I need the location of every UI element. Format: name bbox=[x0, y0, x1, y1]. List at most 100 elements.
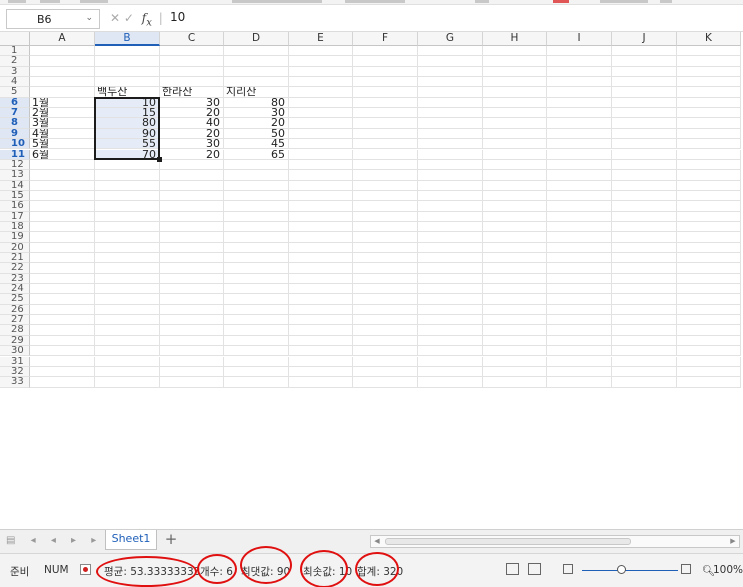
cell-h29[interactable] bbox=[483, 335, 547, 347]
cell-d24[interactable] bbox=[224, 284, 289, 295]
cell-k23[interactable] bbox=[677, 273, 741, 285]
cell-k20[interactable] bbox=[677, 242, 741, 253]
cell-i16[interactable] bbox=[547, 201, 612, 212]
cell-c32[interactable] bbox=[160, 366, 224, 378]
cell-g32[interactable] bbox=[418, 366, 483, 378]
cell-b21[interactable] bbox=[95, 253, 160, 264]
cell-a30[interactable] bbox=[30, 346, 95, 357]
cell-b11[interactable]: 70 bbox=[95, 149, 160, 160]
cell-f21[interactable] bbox=[353, 253, 418, 264]
cell-d13[interactable] bbox=[224, 170, 289, 181]
cell-b29[interactable] bbox=[95, 335, 160, 347]
cell-e14[interactable] bbox=[289, 180, 353, 191]
cell-h32[interactable] bbox=[483, 366, 547, 378]
cell-b17[interactable] bbox=[95, 211, 160, 222]
row-header-33[interactable]: 33 bbox=[0, 377, 30, 388]
cell-j29[interactable] bbox=[612, 335, 677, 347]
cell-k28[interactable] bbox=[677, 325, 741, 336]
cell-i11[interactable] bbox=[547, 149, 612, 160]
cell-h10[interactable] bbox=[483, 139, 547, 150]
cell-b5[interactable]: 백두산 bbox=[95, 87, 160, 98]
cell-k27[interactable] bbox=[677, 315, 741, 326]
cell-d23[interactable] bbox=[224, 273, 289, 285]
cell-a11[interactable]: 6월 bbox=[30, 149, 95, 160]
cell-a24[interactable] bbox=[30, 284, 95, 295]
cell-k12[interactable] bbox=[677, 159, 741, 171]
cell-f30[interactable] bbox=[353, 346, 418, 357]
cell-b4[interactable] bbox=[95, 77, 160, 88]
cell-i22[interactable] bbox=[547, 263, 612, 274]
scroll-left-icon[interactable]: ◀ bbox=[371, 536, 383, 547]
cell-k22[interactable] bbox=[677, 263, 741, 274]
cell-d20[interactable] bbox=[224, 242, 289, 253]
cell-f27[interactable] bbox=[353, 315, 418, 326]
cell-e18[interactable] bbox=[289, 221, 353, 233]
cell-b1[interactable] bbox=[95, 46, 160, 57]
cell-f31[interactable] bbox=[353, 356, 418, 367]
cell-c27[interactable] bbox=[160, 315, 224, 326]
cell-d4[interactable] bbox=[224, 77, 289, 88]
zoom-in-icon[interactable] bbox=[681, 564, 691, 574]
cell-a28[interactable] bbox=[30, 325, 95, 336]
cell-j33[interactable] bbox=[612, 377, 677, 388]
cell-h26[interactable] bbox=[483, 304, 547, 316]
cell-b20[interactable] bbox=[95, 242, 160, 253]
cell-a26[interactable] bbox=[30, 304, 95, 316]
cell-e32[interactable] bbox=[289, 366, 353, 378]
cell-f15[interactable] bbox=[353, 190, 418, 202]
cell-g30[interactable] bbox=[418, 346, 483, 357]
cell-j8[interactable] bbox=[612, 118, 677, 129]
cell-j21[interactable] bbox=[612, 253, 677, 264]
name-box[interactable]: B6 ⌄ bbox=[6, 9, 100, 29]
cell-g27[interactable] bbox=[418, 315, 483, 326]
cell-k14[interactable] bbox=[677, 180, 741, 191]
cell-f2[interactable] bbox=[353, 56, 418, 67]
cell-h28[interactable] bbox=[483, 325, 547, 336]
cell-d5[interactable]: 지리산 bbox=[224, 87, 289, 98]
cell-d15[interactable] bbox=[224, 190, 289, 202]
cell-h30[interactable] bbox=[483, 346, 547, 357]
spreadsheet-grid[interactable]: A B C D E F G H I J K 1 2 3 4 5 백두산 한라산 지리산 6 1월 10 30 80 7 2월 15 2… bbox=[0, 32, 743, 529]
cell-c16[interactable] bbox=[160, 201, 224, 212]
cancel-icon[interactable]: ✕ bbox=[110, 11, 120, 25]
cell-c3[interactable] bbox=[160, 66, 224, 78]
cell-d25[interactable] bbox=[224, 294, 289, 305]
cell-b16[interactable] bbox=[95, 201, 160, 212]
cell-f13[interactable] bbox=[353, 170, 418, 181]
cell-f25[interactable] bbox=[353, 294, 418, 305]
cell-g28[interactable] bbox=[418, 325, 483, 336]
cell-h22[interactable] bbox=[483, 263, 547, 274]
cell-c13[interactable] bbox=[160, 170, 224, 181]
cell-j16[interactable] bbox=[612, 201, 677, 212]
cell-i31[interactable] bbox=[547, 356, 612, 367]
cell-i29[interactable] bbox=[547, 335, 612, 347]
cell-g24[interactable] bbox=[418, 284, 483, 295]
cell-a33[interactable] bbox=[30, 377, 95, 388]
cell-g15[interactable] bbox=[418, 190, 483, 202]
cell-e11[interactable] bbox=[289, 149, 353, 160]
cell-f4[interactable] bbox=[353, 77, 418, 88]
cell-g21[interactable] bbox=[418, 253, 483, 264]
cell-k2[interactable] bbox=[677, 56, 741, 67]
cell-b10[interactable]: 55 bbox=[95, 139, 160, 150]
cell-g17[interactable] bbox=[418, 211, 483, 222]
chevron-down-icon[interactable]: ⌄ bbox=[85, 13, 93, 23]
cell-d31[interactable] bbox=[224, 356, 289, 367]
cell-e2[interactable] bbox=[289, 56, 353, 67]
cell-k31[interactable] bbox=[677, 356, 741, 367]
cell-g2[interactable] bbox=[418, 56, 483, 67]
cell-h1[interactable] bbox=[483, 46, 547, 57]
cell-b15[interactable] bbox=[95, 190, 160, 202]
cell-e22[interactable] bbox=[289, 263, 353, 274]
cell-c19[interactable] bbox=[160, 232, 224, 243]
cell-g6[interactable] bbox=[418, 97, 483, 109]
cell-i9[interactable] bbox=[547, 128, 612, 140]
column-header-c[interactable]: C bbox=[160, 32, 224, 46]
cell-h25[interactable] bbox=[483, 294, 547, 305]
cell-i19[interactable] bbox=[547, 232, 612, 243]
record-macro-icon[interactable] bbox=[80, 564, 91, 575]
cell-j28[interactable] bbox=[612, 325, 677, 336]
cell-a31[interactable] bbox=[30, 356, 95, 367]
tab-sheet1[interactable]: Sheet1 bbox=[105, 530, 157, 550]
cell-c24[interactable] bbox=[160, 284, 224, 295]
